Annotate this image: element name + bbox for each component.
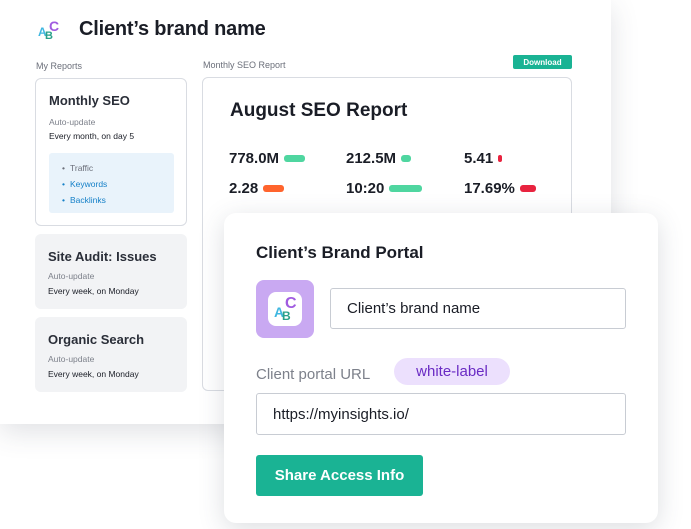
kpi-item: 5.41 [464,150,503,167]
kpi-value: 10:20 [346,180,385,197]
metric-traffic: Traffic [62,160,174,176]
kpi-trend-bar [263,185,285,192]
schedule-text: Every month, on day 5 [49,131,135,141]
auto-update-label: Auto-update [48,271,95,281]
kpi-item: 10:20 [346,180,423,197]
report-card-site-audit[interactable]: Site Audit: Issues Auto-update Every wee… [35,234,187,309]
report-card-monthly-seo[interactable]: Monthly SEO Auto-update Every month, on … [35,78,187,226]
brand-logo-upload[interactable]: A B C [256,280,314,338]
brand-name-input[interactable]: Client’s brand name [330,288,626,329]
kpi-item: 778.0M [229,150,306,167]
kpi-trend-bar [284,155,306,162]
kpi-trend-bar [498,155,503,162]
report-card-title: Site Audit: Issues [48,249,157,264]
kpi-value: 212.5M [346,150,397,167]
schedule-text: Every week, on Monday [48,369,139,379]
kpi-trend-bar [389,185,423,192]
report-section-label: Monthly SEO Report [203,60,286,70]
kpi-item: 17.69% [464,180,536,197]
portal-url-input[interactable]: https://myinsights.io/ [256,393,626,435]
download-button[interactable]: Download [513,55,572,69]
schedule-text: Every week, on Monday [48,286,139,296]
metric-keywords-link[interactable]: Keywords [62,176,174,192]
report-card-organic-search[interactable]: Organic Search Auto-update Every week, o… [35,317,187,392]
report-card-title: Organic Search [48,332,145,347]
kpi-trend-bar [401,155,412,162]
auto-update-label: Auto-update [48,354,95,364]
kpi-value: 17.69% [464,180,515,197]
brand-logo-icon: A B C [268,292,302,326]
kpi-value: 5.41 [464,150,494,167]
brand-portal-card: Client’s Brand Portal A B C Client’s bra… [224,213,658,523]
kpi-value: 2.28 [229,180,259,197]
kpi-item: 2.28 [229,180,285,197]
kpi-item: 212.5M [346,150,412,167]
report-title: August SEO Report [230,100,408,121]
report-card-title: Monthly SEO [49,93,130,108]
brand-title: Client’s brand name [79,18,266,40]
portal-title: Client’s Brand Portal [256,243,424,262]
brand-logo-icon: A B C [38,18,60,42]
kpi-value: 778.0M [229,150,280,167]
white-label-badge: white-label [394,358,510,385]
metric-backlinks-link[interactable]: Backlinks [62,192,174,208]
kpi-trend-bar [519,185,536,192]
portal-url-label: Client portal URL [256,366,371,383]
share-access-info-button[interactable]: Share Access Info [256,455,423,496]
my-reports-label: My Reports [36,61,83,71]
auto-update-label: Auto-update [49,117,96,127]
metric-list: Traffic Keywords Backlinks [49,153,174,213]
